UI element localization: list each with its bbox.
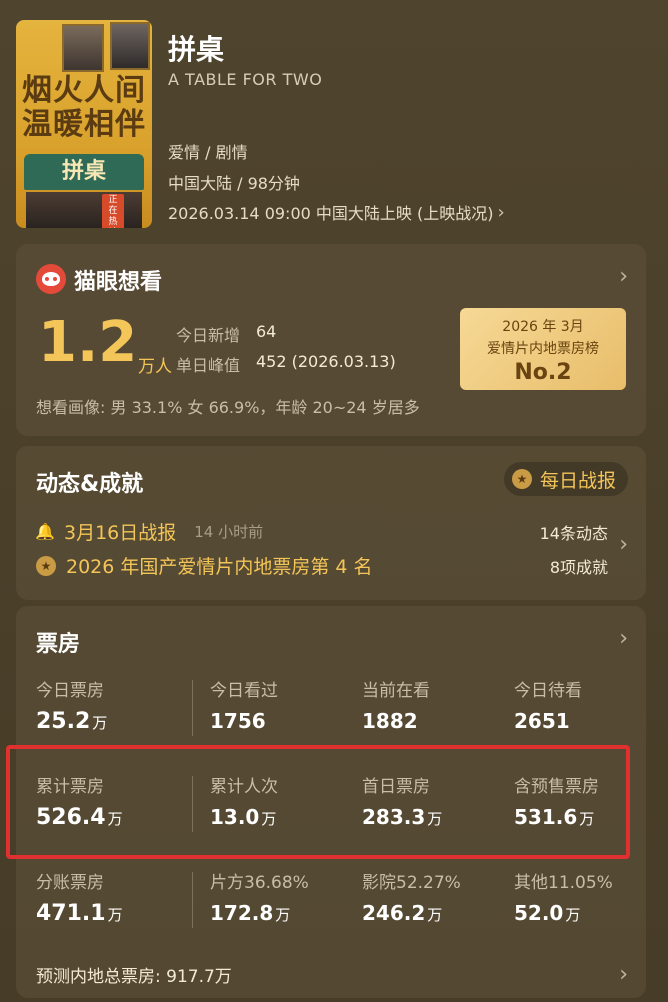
maoyan-title: 猫眼想看 — [74, 270, 163, 295]
peak-value: 452 (2026.03.13) — [256, 352, 396, 371]
stat-cell: 分账票房 471.1 万 — [36, 868, 186, 926]
ranking-category: 爱情片内地票房榜 — [487, 341, 599, 357]
stat-cell: 片方36.68% 172.8 万 — [210, 868, 360, 925]
chevron-right-icon: › — [497, 201, 505, 223]
stat-cell: 影院52.27% 246.2 万 — [362, 868, 512, 925]
stat-cell: 今日待看 2651 — [514, 676, 664, 733]
stat-value: 25.2 万 — [36, 709, 108, 734]
achievement-text: 2026 年国产爱情片内地票房第 4 名 — [66, 556, 373, 578]
maoyan-cat-icon — [36, 264, 66, 294]
achievement-row[interactable]: ★ 2026 年国产爱情片内地票房第 4 名 — [36, 552, 373, 579]
today-new-label: 今日新增 — [176, 326, 241, 345]
poster-tagline: 温暖相伴 — [22, 107, 146, 142]
stat-value: 471.1 万 — [36, 901, 123, 926]
poster-tagline: 烟火人间 — [22, 73, 146, 108]
audience-portrait: 想看画像: 男 33.1% 女 66.9%，年龄 20~24 岁居多 — [36, 398, 420, 417]
forecast-total: 预测内地总票房: 917.7万 — [36, 967, 232, 987]
poster-sign: 拼桌 — [24, 154, 144, 190]
dynamics-title: 动态&成就 — [36, 472, 144, 497]
stat-value: 52.0 万 — [514, 901, 581, 925]
daily-report-row[interactable]: 🔔 3月16日战报 14 小时前 — [35, 518, 264, 545]
dynamic-count: 14条动态 — [539, 524, 608, 543]
stat-value: 172.8 万 — [210, 901, 291, 925]
release-info-link[interactable]: 2026.03.14 09:00 中国大陆上映 (上映战况) › — [168, 200, 505, 224]
stat-value: 1756 — [210, 709, 266, 733]
daily-report-button[interactable]: ★ 每日战报 — [503, 462, 628, 496]
ranking-number: No.2 — [514, 360, 572, 385]
stat-value: 246.2 万 — [362, 901, 443, 925]
movie-poster[interactable]: 烟火人间 温暖相伴 拼桌 正在热映 — [16, 20, 152, 228]
stat-label: 其他11.05% — [514, 873, 613, 893]
movie-english-title: A TABLE FOR TWO — [168, 70, 323, 89]
stat-label: 今日票房 — [36, 681, 104, 701]
poster-photo — [62, 24, 104, 72]
report-title: 3月16日战报 — [64, 522, 177, 544]
stat-label: 今日待看 — [514, 681, 582, 701]
stat-cell: 其他11.05% 52.0 万 — [514, 868, 664, 925]
divider — [192, 680, 193, 736]
highlight-box — [6, 745, 630, 859]
stat-label: 影院52.27% — [362, 873, 461, 893]
release-info-text: 2026.03.14 09:00 中国大陆上映 (上映战况) — [168, 204, 494, 223]
poster-photo — [110, 22, 150, 70]
box-office-title: 票房 — [36, 632, 81, 657]
poster-photo — [26, 192, 142, 228]
maoyan-want-card[interactable]: 猫眼想看 › 1.2 万人 今日新增 64 单日峰值 452 (2026.03.… — [16, 244, 646, 436]
report-time: 14 小时前 — [194, 523, 264, 541]
medal-icon: ★ — [36, 555, 56, 576]
chevron-right-icon[interactable]: › — [619, 532, 628, 557]
medal-icon: ★ — [511, 469, 532, 489]
ranking-period: 2026 年 3月 — [502, 319, 584, 335]
stat-cell: 今日票房 25.2 万 — [36, 676, 186, 734]
stat-cell: 当前在看 1882 — [362, 676, 512, 733]
divider — [192, 872, 193, 928]
chevron-right-icon[interactable]: › — [619, 626, 628, 651]
stat-label: 片方36.68% — [210, 873, 309, 893]
want-count-unit: 万人 — [138, 357, 172, 377]
stat-label: 分账票房 — [36, 873, 104, 893]
want-count: 1.2 — [38, 310, 138, 375]
now-showing-badge: 正在热映 — [102, 194, 124, 228]
ranking-badge[interactable]: 2026 年 3月 爱情片内地票房榜 No.2 — [460, 308, 626, 390]
daily-report-label: 每日战报 — [539, 469, 616, 492]
chevron-right-icon[interactable]: › — [619, 264, 628, 289]
stat-cell: 今日看过 1756 — [210, 676, 360, 733]
movie-meta: 中国大陆 / 98分钟 — [168, 174, 300, 193]
dynamics-card[interactable]: 动态&成就 ★ 每日战报 🔔 3月16日战报 14 小时前 ★ 2026 年国产… — [16, 446, 646, 600]
peak-label: 单日峰值 — [176, 356, 241, 375]
stat-value: 1882 — [362, 709, 418, 733]
movie-title: 拼桌 — [168, 33, 225, 66]
stat-label: 当前在看 — [362, 681, 430, 701]
chevron-right-icon[interactable]: › — [619, 962, 628, 987]
stat-label: 今日看过 — [210, 681, 278, 701]
achievement-count: 8项成就 — [549, 558, 608, 577]
bell-icon: 🔔 — [35, 522, 55, 541]
movie-genre: 爱情 / 剧情 — [168, 143, 248, 162]
stat-value: 2651 — [514, 709, 570, 733]
today-new-value: 64 — [256, 322, 277, 341]
